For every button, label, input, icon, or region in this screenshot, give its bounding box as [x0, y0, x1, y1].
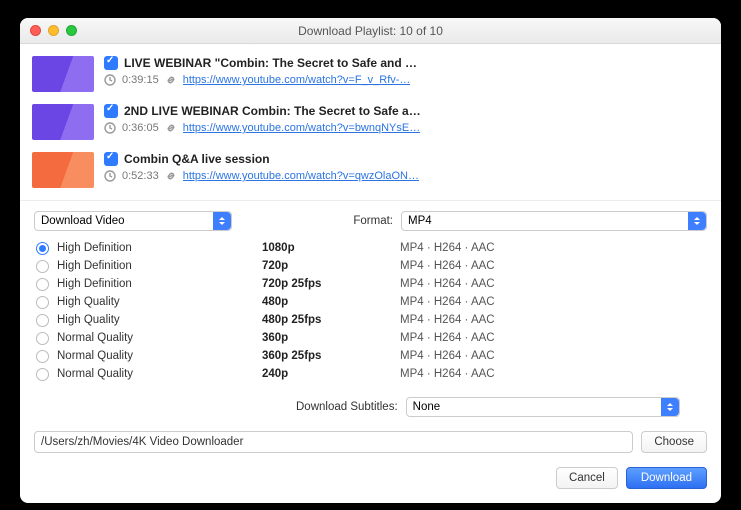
video-duration: 0:52:33: [122, 170, 159, 182]
quality-format: MP4 · H264 · AAC: [400, 242, 495, 254]
quality-radio[interactable]: [36, 296, 49, 309]
download-button[interactable]: Download: [626, 467, 707, 489]
video-url-link[interactable]: https://www.youtube.com/watch?v=F_v_Rfv-…: [183, 74, 411, 86]
quality-format: MP4 · H264 · AAC: [400, 260, 495, 272]
format-label: Format:: [353, 215, 393, 227]
quality-name: Normal Quality: [57, 350, 262, 362]
quality-resolution: 1080p: [262, 242, 400, 254]
quality-resolution: 240p: [262, 368, 400, 380]
choose-path-button[interactable]: Choose: [641, 431, 707, 453]
quality-radio[interactable]: [36, 314, 49, 327]
video-duration: 0:39:15: [122, 74, 159, 86]
format-select[interactable]: MP4: [401, 211, 707, 231]
quality-name: Normal Quality: [57, 332, 262, 344]
action-select[interactable]: Download Video: [34, 211, 232, 231]
video-checkbox[interactable]: [104, 152, 118, 166]
quality-name: High Definition: [57, 242, 262, 254]
quality-list: High Definition 1080p MP4 · H264 · AAC H…: [34, 239, 707, 383]
video-title: LIVE WEBINAR "Combin: The Secret to Safe…: [124, 56, 417, 70]
quality-row[interactable]: High Quality 480p MP4 · H264 · AAC: [34, 293, 707, 311]
video-thumbnail: [32, 152, 94, 188]
quality-name: Normal Quality: [57, 368, 262, 380]
quality-name: High Definition: [57, 278, 262, 290]
quality-format: MP4 · H264 · AAC: [400, 314, 495, 326]
quality-row[interactable]: High Quality 480p 25fps MP4 · H264 · AAC: [34, 311, 707, 329]
stepper-icon: [688, 212, 706, 230]
action-select-value: Download Video: [41, 215, 125, 227]
clock-icon: [104, 170, 116, 182]
quality-resolution: 480p 25fps: [262, 314, 400, 326]
quality-resolution: 360p: [262, 332, 400, 344]
quality-name: High Definition: [57, 260, 262, 272]
format-select-value: MP4: [408, 215, 432, 227]
subtitles-label: Download Subtitles:: [296, 401, 398, 413]
video-checkbox[interactable]: [104, 56, 118, 70]
subtitles-select-value: None: [413, 401, 441, 413]
quality-resolution: 480p: [262, 296, 400, 308]
quality-radio[interactable]: [36, 260, 49, 273]
subtitles-select[interactable]: None: [406, 397, 680, 417]
quality-radio[interactable]: [36, 332, 49, 345]
video-title: Combin Q&A live session: [124, 152, 270, 166]
quality-row[interactable]: High Definition 1080p MP4 · H264 · AAC: [34, 239, 707, 257]
clock-icon: [104, 74, 116, 86]
download-window: Download Playlist: 10 of 10 LIVE WEBINAR…: [20, 18, 721, 503]
quality-row[interactable]: Normal Quality 360p MP4 · H264 · AAC: [34, 329, 707, 347]
quality-format: MP4 · H264 · AAC: [400, 296, 495, 308]
video-list: LIVE WEBINAR "Combin: The Secret to Safe…: [20, 44, 721, 194]
quality-radio[interactable]: [36, 278, 49, 291]
quality-name: High Quality: [57, 296, 262, 308]
video-thumbnail: [32, 104, 94, 140]
quality-radio[interactable]: [36, 242, 49, 255]
quality-resolution: 360p 25fps: [262, 350, 400, 362]
quality-radio[interactable]: [36, 350, 49, 363]
video-thumbnail: [32, 56, 94, 92]
link-icon: [165, 170, 177, 182]
window-title: Download Playlist: 10 of 10: [20, 24, 721, 38]
quality-resolution: 720p: [262, 260, 400, 272]
titlebar: Download Playlist: 10 of 10: [20, 18, 721, 44]
quality-name: High Quality: [57, 314, 262, 326]
quality-format: MP4 · H264 · AAC: [400, 278, 495, 290]
video-duration: 0:36:05: [122, 122, 159, 134]
quality-row[interactable]: Normal Quality 240p MP4 · H264 · AAC: [34, 365, 707, 383]
quality-radio[interactable]: [36, 368, 49, 381]
quality-row[interactable]: High Definition 720p 25fps MP4 · H264 · …: [34, 275, 707, 293]
save-path-input[interactable]: [34, 431, 633, 453]
video-url-link[interactable]: https://www.youtube.com/watch?v=bwnqNYsE…: [183, 122, 421, 134]
stepper-icon: [661, 398, 679, 416]
quality-format: MP4 · H264 · AAC: [400, 332, 495, 344]
video-item: Combin Q&A live session 0:52:33 https://…: [20, 146, 721, 194]
cancel-button[interactable]: Cancel: [556, 467, 618, 489]
quality-format: MP4 · H264 · AAC: [400, 350, 495, 362]
stepper-icon: [213, 212, 231, 230]
link-icon: [165, 122, 177, 134]
video-item: LIVE WEBINAR "Combin: The Secret to Safe…: [20, 50, 721, 98]
video-checkbox[interactable]: [104, 104, 118, 118]
quality-resolution: 720p 25fps: [262, 278, 400, 290]
link-icon: [165, 74, 177, 86]
quality-row[interactable]: Normal Quality 360p 25fps MP4 · H264 · A…: [34, 347, 707, 365]
quality-format: MP4 · H264 · AAC: [400, 368, 495, 380]
video-item: 2ND LIVE WEBINAR Combin: The Secret to S…: [20, 98, 721, 146]
video-title: 2ND LIVE WEBINAR Combin: The Secret to S…: [124, 104, 421, 118]
video-url-link[interactable]: https://www.youtube.com/watch?v=qwzOlaON…: [183, 170, 419, 182]
quality-row[interactable]: High Definition 720p MP4 · H264 · AAC: [34, 257, 707, 275]
clock-icon: [104, 122, 116, 134]
